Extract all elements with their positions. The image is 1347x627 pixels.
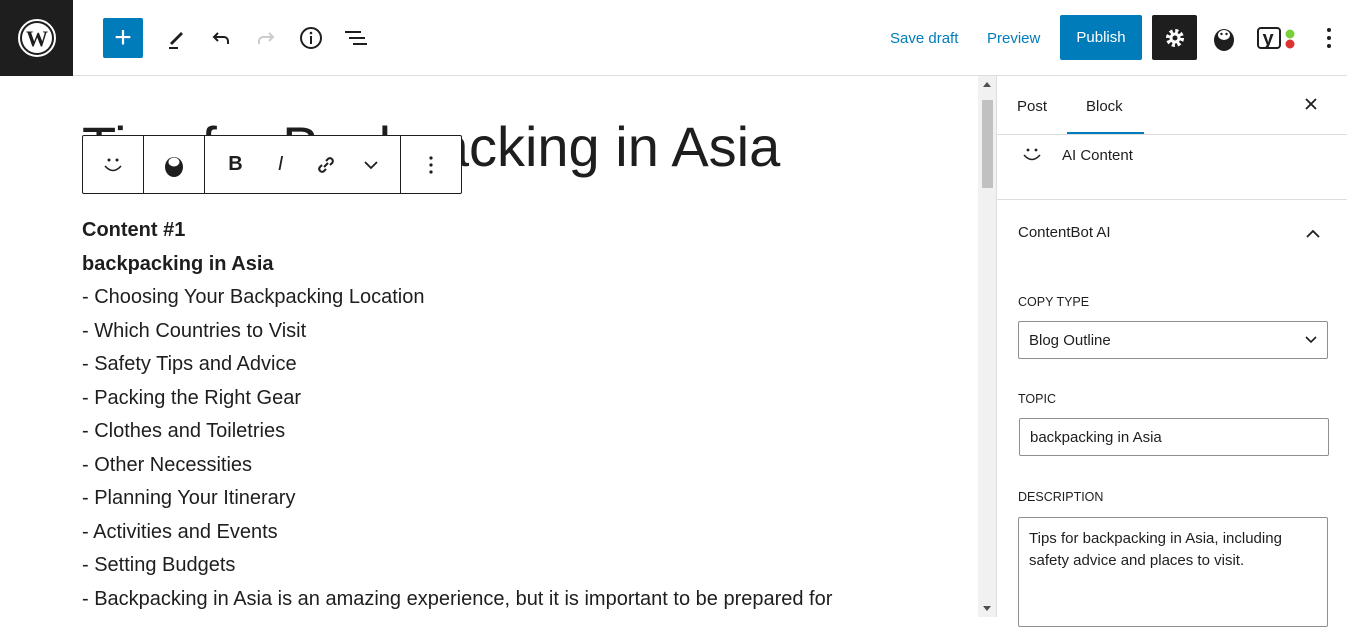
penguin-plugin-icon[interactable]	[144, 136, 204, 193]
wordpress-logo-button[interactable]: W	[0, 0, 73, 76]
content-block[interactable]: Content #1 backpacking in Asia - Choosin…	[82, 214, 962, 616]
ai-content-icon	[1021, 146, 1043, 169]
tab-block[interactable]: Block	[1086, 98, 1123, 115]
penguin-plugin-icon[interactable]	[1206, 20, 1242, 56]
settings-gear-button[interactable]	[1152, 15, 1197, 60]
block-toolbar: B I	[82, 135, 462, 194]
list-view-icon[interactable]	[338, 20, 374, 56]
scroll-down-arrow[interactable]	[983, 606, 991, 611]
content-line: - Choosing Your Backpacking Location	[82, 286, 425, 308]
svg-text:y: y	[1262, 28, 1274, 50]
link-icon[interactable]	[303, 136, 348, 193]
content-topic: backpacking in Asia	[82, 252, 274, 275]
content-line: - Activities and Events	[82, 520, 278, 543]
edit-pencil-icon[interactable]	[158, 20, 194, 56]
preview-button[interactable]: Preview	[987, 30, 1040, 47]
publish-button[interactable]: Publish	[1060, 15, 1142, 60]
content-line: - Which Countries to Visit	[82, 319, 307, 342]
description-value: Tips for backpacking in Asia, including …	[1029, 530, 1282, 569]
content-line: - Backpacking in Asia is an amazing expe…	[82, 587, 833, 610]
description-label: DESCRIPTION	[1018, 490, 1104, 504]
copy-type-value: Blog Outline	[1029, 331, 1111, 349]
content-line: - Setting Budgets	[82, 554, 236, 576]
top-toolbar: W + Save draft Preview Publish y	[0, 0, 1347, 76]
ai-content-block-icon[interactable]	[83, 136, 143, 193]
gear-icon	[1165, 28, 1184, 47]
content-line: - Other Necessities	[82, 453, 253, 476]
svg-text:W: W	[26, 26, 48, 51]
topic-input[interactable]: backpacking in Asia	[1019, 418, 1329, 456]
topic-value: backpacking in Asia	[1030, 428, 1162, 446]
italic-button[interactable]: I	[258, 136, 303, 193]
content-line: - Packing the Right Gear	[82, 386, 301, 409]
scroll-up-arrow[interactable]	[983, 82, 991, 87]
content-line: - Safety Tips and Advice	[82, 353, 297, 375]
copy-type-select[interactable]: Blog Outline	[1018, 321, 1328, 359]
block-name: AI Content	[1062, 147, 1133, 164]
divider	[997, 199, 1347, 200]
editor-canvas: Tips for Backpacking in Asia B I Content…	[0, 76, 978, 617]
topic-label: TOPIC	[1018, 392, 1056, 406]
tab-post[interactable]: Post	[1017, 98, 1047, 115]
block-options-icon[interactable]	[409, 136, 454, 193]
chevron-down-icon	[1305, 336, 1317, 344]
info-icon[interactable]	[293, 20, 329, 56]
chevron-down-icon[interactable]	[348, 136, 393, 193]
add-block-button[interactable]: +	[103, 18, 143, 58]
chevron-up-icon[interactable]	[1305, 226, 1321, 244]
undo-icon[interactable]	[203, 20, 239, 56]
save-draft-button[interactable]: Save draft	[890, 30, 958, 47]
content-line: - Clothes and Toiletries	[82, 420, 286, 442]
close-sidebar-icon[interactable]	[1303, 96, 1319, 117]
yoast-seo-icon[interactable]: y	[1256, 20, 1298, 56]
content-heading: Content #1	[82, 219, 186, 241]
more-options-icon[interactable]	[1311, 20, 1347, 56]
redo-icon[interactable]	[248, 20, 284, 56]
bold-button[interactable]: B	[213, 136, 258, 193]
panel-title[interactable]: ContentBot AI	[1018, 224, 1111, 241]
content-line: - Planning Your Itinerary	[82, 487, 296, 509]
settings-sidebar: Post Block AI Content ContentBot AI COPY…	[996, 76, 1347, 627]
description-textarea[interactable]: Tips for backpacking in Asia, including …	[1018, 517, 1328, 627]
wordpress-icon: W	[17, 19, 56, 57]
copy-type-label: COPY TYPE	[1018, 295, 1090, 309]
scrollbar-thumb[interactable]	[982, 100, 993, 188]
divider	[997, 134, 1347, 135]
